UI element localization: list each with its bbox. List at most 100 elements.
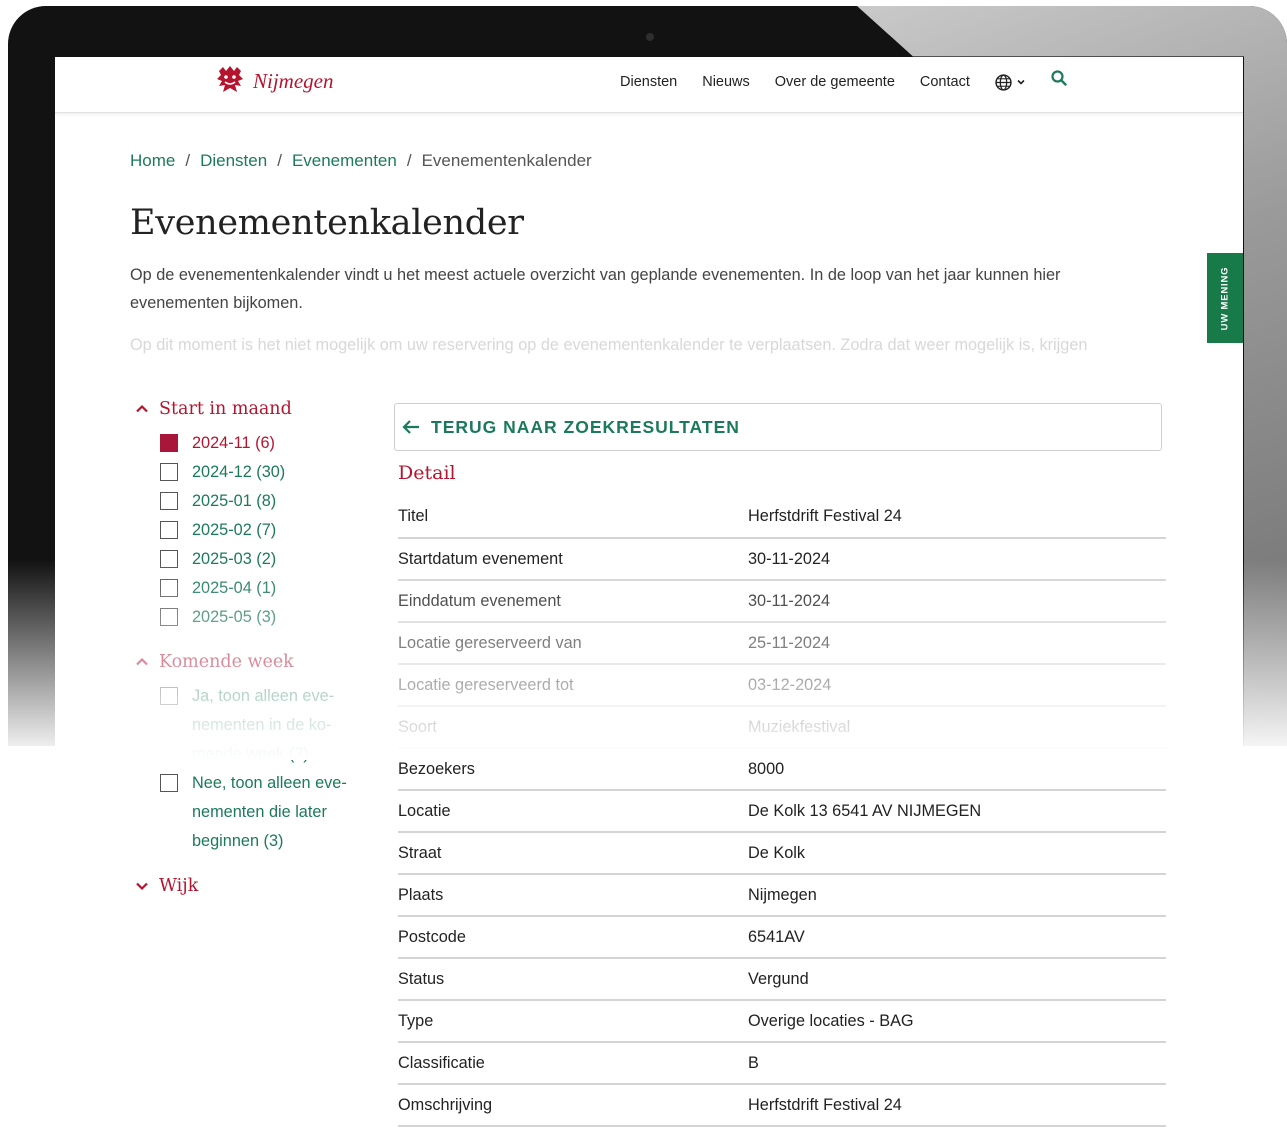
filter-option[interactable]: 2025-03 (2) [160,545,375,574]
page-title: Evenementenkalender [130,203,524,243]
table-row: Straat De Kolk [398,832,1166,875]
filter-toggle-wijk[interactable]: Wijk [135,872,375,900]
filter-option[interactable]: 2025-01 (8) [160,487,375,516]
checkbox[interactable] [160,579,178,597]
detail-value: 8000 [748,748,1166,791]
detail-value: 25-11-2024 [748,622,1166,665]
checkbox[interactable] [160,774,178,792]
filter-option-label: 2025-05 (3) [192,608,277,626]
detail-value: Herfstdrift Festival 24 [748,496,1166,539]
filter-option-label: 2025-03 (2) [192,550,277,568]
logo-text: Nijmegen [253,68,334,93]
back-to-results-button[interactable]: TERUG NAAR ZOEKRESULTATEN [394,403,1162,451]
table-row: Bezoekers 8000 [398,748,1166,791]
detail-label: Einddatum evenement [398,580,748,623]
table-row: Locatie De Kolk 13 6541 AV NIJMEGEN [398,790,1166,833]
camera-icon [646,33,654,41]
detail-value: Nijmegen [748,874,1166,917]
nav-nieuws[interactable]: Nieuws [702,74,750,90]
search-icon [1051,70,1067,86]
checkbox-checked[interactable] [160,434,178,452]
filter-option[interactable]: 2025-04 (1) [160,574,375,603]
search-button[interactable] [1051,70,1067,91]
detail-label: Omschrijving [398,1084,748,1127]
table-row: Status Vergund [398,958,1166,1001]
breadcrumb: Home / Diensten / Evenementen / Evenemen… [130,151,592,171]
checkbox[interactable] [160,608,178,626]
filter-option[interactable]: 2025-02 (7) [160,516,375,545]
detail-value: De Kolk 13 6541 AV NIJMEGEN [748,790,1166,833]
nav-contact[interactable]: Contact [920,74,970,90]
detail-label: Locatie gereserveerd tot [398,664,748,707]
detail-label: Bezoekers [398,748,748,791]
checkbox[interactable] [160,550,178,568]
table-row: Startdatum evenement 30-11-2024 [398,538,1166,581]
detail-value: De Kolk [748,832,1166,875]
feedback-tab[interactable]: UW MENING [1207,253,1243,343]
page-intro: Op de evenementenkalender vindt u het me… [130,266,1061,312]
detail-label: Startdatum evenement [398,538,748,581]
filter-sidebar: Start in maand 2024-11 (6) 2024-12 (30) … [135,395,375,900]
detail-label: Classificatie [398,1042,748,1085]
table-row: Einddatum evenement 30-11-2024 [398,580,1166,623]
table-row: Classificatie B [398,1042,1166,1085]
chevron-up-icon [136,657,148,666]
language-selector[interactable] [995,73,1026,91]
table-row: Type Overige locaties - BAG [398,1000,1166,1043]
arrow-left-icon [402,420,419,434]
filter-title: Start in maand [159,399,292,419]
table-row: Postcode 6541AV [398,916,1166,959]
table-row: Locatie gereserveerd tot 03-12-2024 [398,664,1166,707]
filter-option[interactable]: 2025-05 (3) [160,603,375,632]
filter-option-label-line: mende week (3) [192,745,309,763]
filter-option[interactable]: 2024-12 (30) [160,458,375,487]
breadcrumb-separator: / [277,151,282,170]
checkbox[interactable] [160,492,178,510]
browser-screen: Nijmegen Diensten Nieuws Over de gemeent… [55,57,1243,1138]
detail-label: Straat [398,832,748,875]
filter-option-label-line: beginnen (3) [192,832,284,850]
table-row: Soort Muziekfestival [398,706,1166,749]
breadcrumb-home[interactable]: Home [130,151,175,171]
checkbox[interactable] [160,687,178,705]
detail-table: Titel Herfstdrift Festival 24 Startdatum e… [398,496,1166,1127]
detail-label: Status [398,958,748,1001]
filter-option[interactable]: Nee, toon alleen eve- nementen die later… [160,769,375,856]
detail-label: Soort [398,706,748,749]
detail-value: 6541AV [748,916,1166,959]
filter-option-label: 2024-11 (6) [192,434,275,452]
filter-option-label: 2025-02 (7) [192,521,277,539]
filter-option-label-line: nementen die later [192,803,327,821]
chevron-down-icon [1017,79,1025,85]
checkbox[interactable] [160,521,178,539]
filter-toggle-start-maand[interactable]: Start in maand [135,395,375,423]
breadcrumb-separator: / [406,151,412,170]
filter-option-label-line: nementen in de ko- [192,716,332,734]
detail-title: Detail [398,462,456,484]
table-row: Titel Herfstdrift Festival 24 [398,496,1166,539]
filter-option-label-line: Ja, toon alleen eve- [192,687,335,705]
logo[interactable]: Nijmegen [213,65,333,97]
nav-diensten[interactable]: Diensten [620,74,677,90]
back-button-label: TERUG NAAR ZOEKRESULTATEN [431,416,740,437]
filter-option[interactable]: Ja, toon alleen eve- nementen in de ko- … [160,682,375,769]
detail-label: Type [398,1000,748,1043]
main-nav: Diensten Nieuws Over de gemeente Contact [620,70,1067,91]
filter-option-label-line: Nee, toon alleen eve- [192,774,347,792]
detail-label: Postcode [398,916,748,959]
nav-over-de-gemeente[interactable]: Over de gemeente [775,74,895,90]
page-intro-secondary: Op dit moment is het niet mogelijk om uw… [130,336,1088,354]
detail-value: 30-11-2024 [748,580,1166,623]
filter-option[interactable]: 2024-11 (6) [160,429,375,458]
detail-value: 30-11-2024 [748,538,1166,581]
detail-value: B [748,1042,1166,1085]
site-header: Nijmegen Diensten Nieuws Over de gemeent… [55,57,1243,113]
detail-label: Locatie gereserveerd van [398,622,748,665]
filter-options-start-maand: 2024-11 (6) 2024-12 (30) 2025-01 (8) 202… [160,429,375,632]
breadcrumb-evenementen[interactable]: Evenementen [292,151,397,171]
breadcrumb-separator: / [185,151,191,170]
breadcrumb-diensten[interactable]: Diensten [200,151,267,171]
checkbox[interactable] [160,463,178,481]
filter-title: Komende week [159,652,294,672]
filter-toggle-komende-week[interactable]: Komende week [135,648,375,676]
